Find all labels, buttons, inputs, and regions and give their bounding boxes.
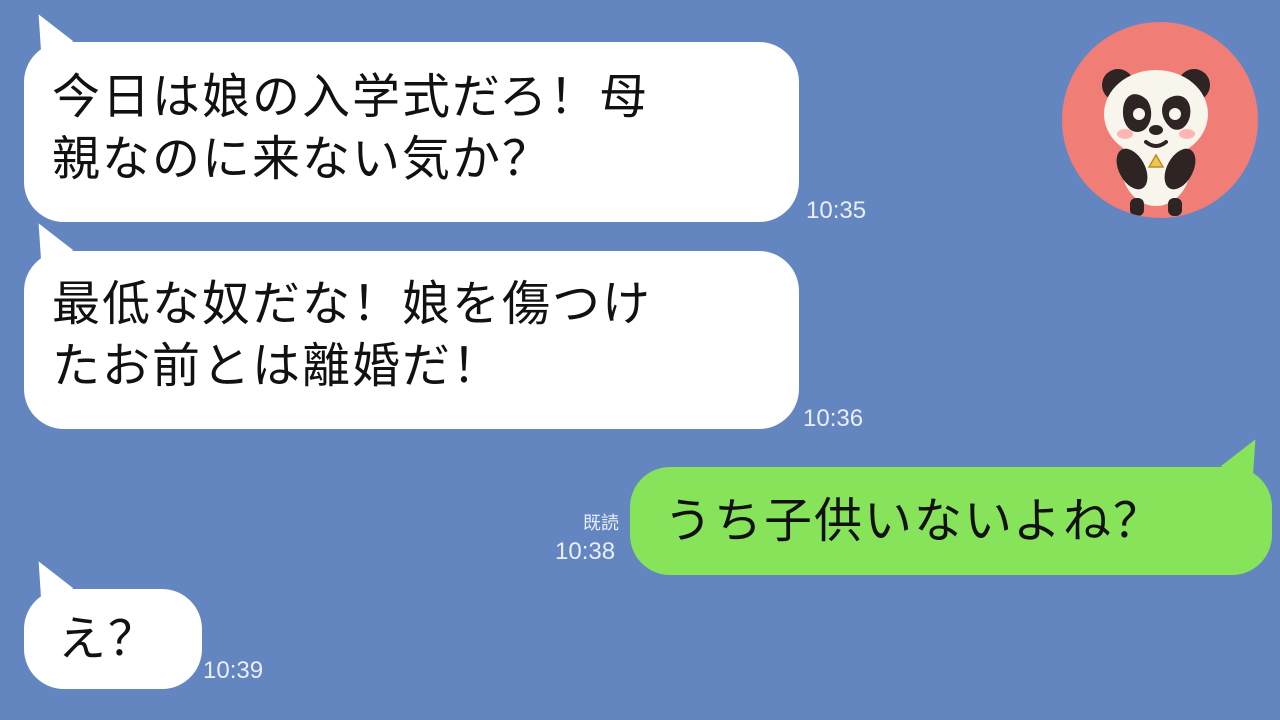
message-text-line: 親なのに来ない気か？ [52,131,553,187]
panda-icon [1102,69,1210,216]
incoming-message-bubble: 今日は娘の入学式だろ！母 親なのに来ない気か？ [24,42,799,222]
message-timestamp: 10:35 [806,197,867,224]
message-text-line: たお前とは離婚だ！ [52,338,503,394]
message-text-line: 今日は娘の入学式だろ！母 [52,69,650,125]
message-text-line: うち子供いないよね？ [664,493,1164,549]
message-timestamp: 10:39 [203,657,264,684]
incoming-message-bubble: 最低な奴だな！娘を傷つけ たお前とは離婚だ！ [24,251,799,429]
chat-area: 今日は娘の入学式だろ！母 親なのに来ない気か？ 10:35 最低な奴だな！娘を傷… [0,0,1280,720]
outgoing-message-bubble: うち子供いないよね？ [630,467,1272,575]
message-text-line: 最低な奴だな！娘を傷つけ [52,276,653,332]
message-timestamp: 10:38 [555,538,616,565]
contact-avatar[interactable] [1062,22,1258,218]
read-receipt: 既読 [583,513,619,534]
message-text-line: え？ [58,611,159,667]
message-timestamp: 10:36 [803,405,864,432]
incoming-message-bubble: え？ [24,589,202,689]
